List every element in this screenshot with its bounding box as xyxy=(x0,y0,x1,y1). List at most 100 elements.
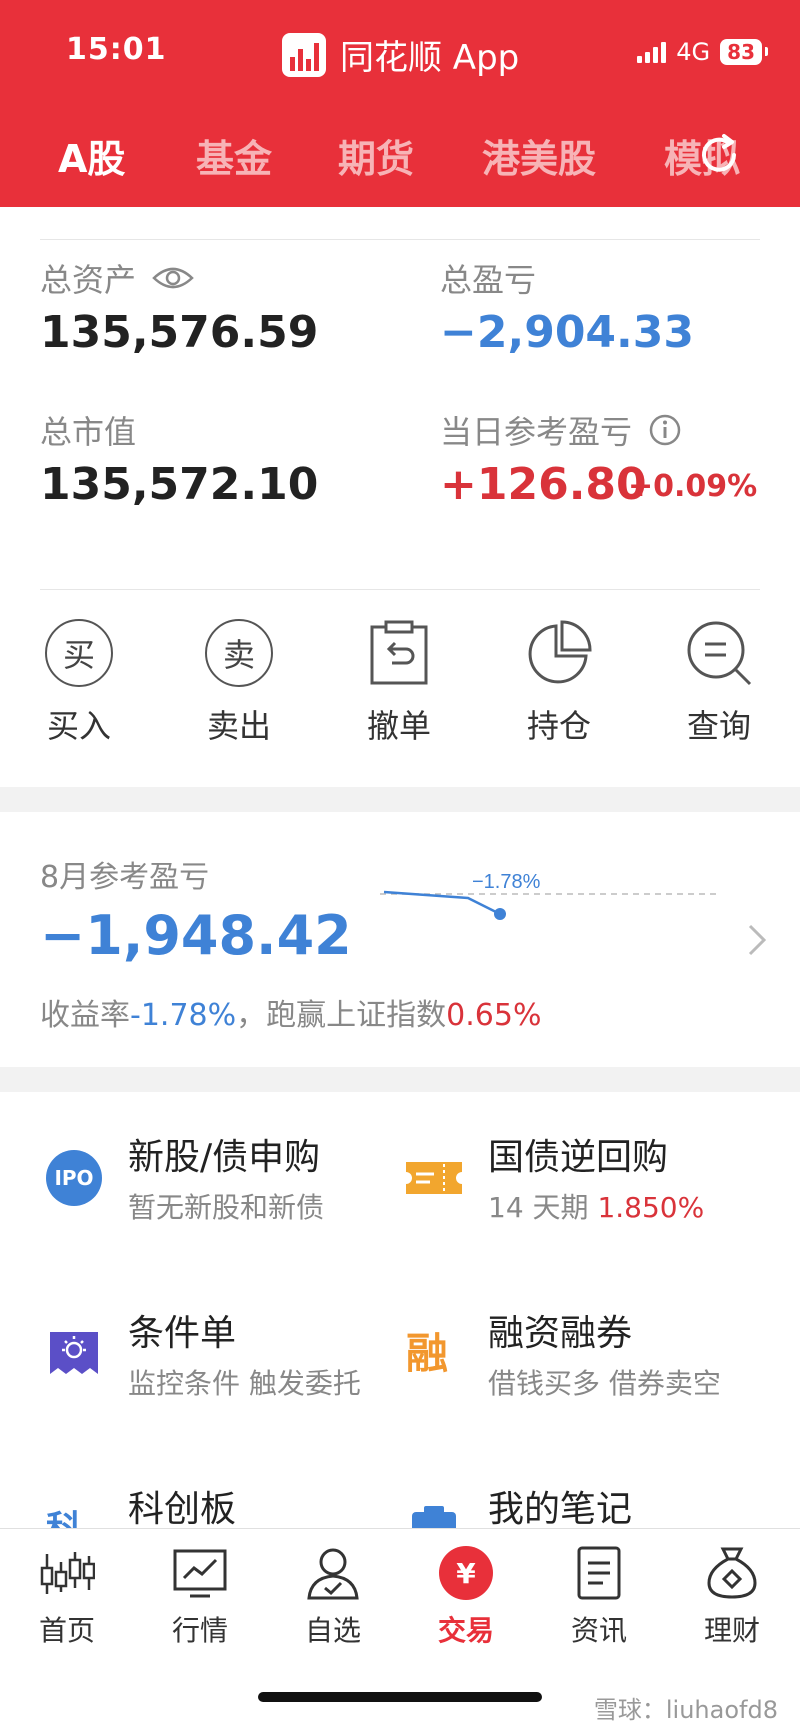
app-header: 15:01 同花顺 App 4G 83 A股 基金 期货 港美股 模拟 xyxy=(0,0,800,207)
nav-watchlist[interactable]: 自选 xyxy=(273,1543,393,1649)
daily-pnl-percent: +0.09% xyxy=(628,469,758,504)
service-star-market[interactable]: 科 科创板 xyxy=(46,1480,426,1528)
service-title: 我的笔记 xyxy=(488,1489,633,1528)
service-reverse-repo[interactable]: 国债逆回购 14 天期 1.850% xyxy=(406,1128,786,1248)
buy-icon: 买 xyxy=(45,619,113,687)
service-subtitle: 借钱买多 借券卖空 xyxy=(488,1367,721,1400)
holdings-pie-icon xyxy=(528,620,592,684)
sell-icon: 卖 xyxy=(205,619,273,687)
market-value-value: 135,572.10 xyxy=(40,459,319,510)
monthly-sparkline: −1.78% xyxy=(380,874,720,920)
chevron-right-icon[interactable] xyxy=(746,920,770,960)
info-icon[interactable] xyxy=(648,413,682,447)
margin-icon: 融 xyxy=(406,1329,449,1378)
news-doc-icon xyxy=(577,1546,621,1600)
compare-value: 0.65% xyxy=(446,998,542,1033)
nav-news[interactable]: 资讯 xyxy=(539,1543,659,1649)
trade-yuan-icon: ¥ xyxy=(439,1546,493,1600)
total-assets-label-group: 总资产 xyxy=(40,255,194,301)
service-subtitle: 监控条件 触发委托 xyxy=(128,1367,361,1400)
query-label: 查询 xyxy=(686,707,751,745)
monthly-pnl-label: 8月参考盈亏 xyxy=(40,860,210,895)
service-subtitle: 暂无新股和新债 xyxy=(128,1191,325,1224)
star-market-icon: 科 xyxy=(46,1502,102,1528)
market-chart-icon xyxy=(173,1549,227,1598)
repo-rate: 1.850% xyxy=(597,1191,705,1224)
wealth-bag-icon xyxy=(707,1547,757,1599)
tab-hk-us-stocks[interactable]: 港美股 xyxy=(482,128,596,183)
market-tabs: A股 基金 期货 港美股 模拟 xyxy=(0,128,800,184)
service-my-notes[interactable]: 我的笔记 xyxy=(406,1480,786,1528)
yield-prefix: 收益率 xyxy=(40,998,130,1033)
total-pnl-label: 总盈亏 xyxy=(440,261,537,299)
holdings-button[interactable]: 持仓 xyxy=(499,617,619,747)
nav-label: 自选 xyxy=(304,1614,361,1647)
app-title-group: 同花顺 App xyxy=(282,30,519,79)
daily-pnl-label: 当日参考盈亏 xyxy=(440,413,633,451)
cancel-order-label: 撤单 xyxy=(366,707,431,745)
service-subtitle: 14 天期 1.850% xyxy=(488,1186,704,1226)
status-indicators: 4G 83 xyxy=(637,38,768,66)
ticket-icon xyxy=(406,1162,462,1194)
query-button[interactable]: 查询 xyxy=(659,617,779,747)
holdings-label: 持仓 xyxy=(526,707,591,745)
monthly-pnl-card[interactable]: 8月参考盈亏 −1,948.42 收益率-1.78%，跑赢上证指数0.65% −… xyxy=(0,812,800,1067)
total-assets-label: 总资产 xyxy=(40,261,137,299)
daily-pnl-value: +126.80 xyxy=(440,459,647,510)
asset-summary-card: 总资产 135,576.59 总盈亏 −2,904.33 总市值 135,572… xyxy=(0,207,800,787)
monthly-pnl-value: −1,948.42 xyxy=(40,904,352,967)
trade-actions: 买 买入 卖 卖出 撤单 持仓 查询 xyxy=(0,617,800,767)
nav-market[interactable]: 行情 xyxy=(140,1543,260,1649)
total-pnl-value: −2,904.33 xyxy=(440,307,694,358)
eye-icon[interactable] xyxy=(152,264,194,292)
service-title: 国债逆回购 xyxy=(488,1137,669,1178)
tab-a-shares[interactable]: A股 xyxy=(58,128,125,183)
divider xyxy=(40,589,760,590)
watchlist-person-icon xyxy=(307,1548,359,1600)
tab-funds[interactable]: 基金 xyxy=(196,128,272,183)
service-ipo[interactable]: IPO 新股/债申购 暂无新股和新债 xyxy=(46,1128,426,1248)
refresh-icon[interactable] xyxy=(694,130,744,180)
market-value-label: 总市值 xyxy=(40,413,137,451)
home-indicator[interactable] xyxy=(258,1692,542,1702)
yield-value: -1.78% xyxy=(130,998,237,1033)
nav-trade[interactable]: ¥ 交易 xyxy=(406,1543,526,1649)
status-time: 15:01 xyxy=(66,32,167,67)
query-search-icon xyxy=(687,621,752,686)
monthly-yield-line: 收益率-1.78%，跑赢上证指数0.65% xyxy=(40,990,541,1034)
sell-label: 卖出 xyxy=(206,707,271,745)
watermark: 雪球：liuhaofd8 xyxy=(593,1696,778,1724)
repo-term: 14 天期 xyxy=(488,1191,589,1224)
signal-icon xyxy=(637,41,667,63)
service-margin-trading[interactable]: 融 融资融券 借钱买多 借券卖空 xyxy=(406,1304,786,1424)
cancel-order-icon xyxy=(370,620,428,685)
total-assets-value: 135,576.59 xyxy=(40,307,319,358)
ipo-icon: IPO xyxy=(46,1150,102,1206)
nav-label: 行情 xyxy=(171,1614,228,1647)
service-title: 融资融券 xyxy=(488,1313,633,1354)
service-title: 条件单 xyxy=(128,1313,237,1354)
notes-icon xyxy=(412,1506,456,1528)
home-candlestick-icon xyxy=(40,1552,95,1594)
daily-pnl-label-group: 当日参考盈亏 xyxy=(440,407,682,453)
nav-label: 理财 xyxy=(703,1614,760,1647)
service-condition-order[interactable]: 条件单 监控条件 触发委托 xyxy=(46,1304,426,1424)
cancel-order-button[interactable]: 撤单 xyxy=(339,617,459,747)
app-title: 同花顺 App xyxy=(340,38,520,78)
nav-home[interactable]: 首页 xyxy=(7,1543,127,1649)
service-title: 新股/债申购 xyxy=(128,1137,321,1178)
battery-icon: 83 xyxy=(720,39,768,65)
buy-label: 买入 xyxy=(46,707,111,745)
condition-order-icon xyxy=(50,1332,98,1374)
divider xyxy=(40,239,760,240)
spark-point-label: −1.78% xyxy=(472,874,541,893)
compare-prefix: ，跑赢上证指数 xyxy=(236,998,447,1033)
tab-futures[interactable]: 期货 xyxy=(338,128,414,183)
service-title: 科创板 xyxy=(128,1489,237,1528)
network-type: 4G xyxy=(676,38,711,66)
sell-button[interactable]: 卖 卖出 xyxy=(179,617,299,747)
nav-label: 交易 xyxy=(437,1614,494,1647)
buy-button[interactable]: 买 买入 xyxy=(19,617,139,747)
nav-wealth[interactable]: 理财 xyxy=(672,1543,792,1649)
app-logo-icon xyxy=(282,32,326,77)
